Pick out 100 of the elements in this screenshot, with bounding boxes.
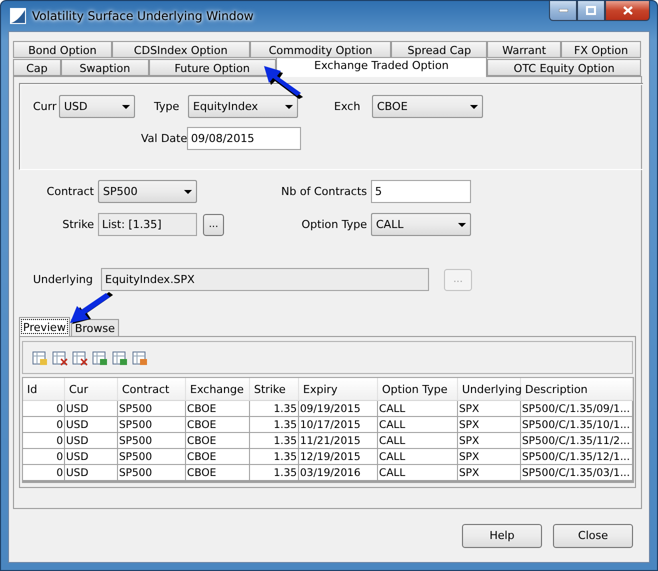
table-cell: SPX: [458, 417, 521, 433]
close-button[interactable]: [605, 1, 650, 21]
table-cell: SP500/C/1.35/03/1...: [521, 465, 633, 481]
column-header[interactable]: Expiry: [299, 378, 378, 401]
table-cell: USD: [65, 417, 118, 433]
field-label: Exch: [334, 100, 362, 113]
column-header[interactable]: Id: [23, 378, 65, 401]
table-cell: 0: [23, 449, 65, 465]
table-cell: 0: [23, 433, 65, 449]
underlying-field[interactable]: EquityIndex.SPX: [101, 268, 429, 291]
export-all-icon[interactable]: [112, 350, 128, 366]
table-cell: 0: [23, 401, 65, 417]
table-cell: CALL: [378, 433, 458, 449]
caret-icon: [458, 222, 466, 226]
table-cell: SP500: [118, 465, 186, 481]
field-label: Nb of Contracts: [280, 185, 368, 198]
table-cell: CBOE: [186, 465, 250, 481]
caret-icon: [122, 104, 130, 108]
tab[interactable]: CDSIndex Option: [112, 41, 250, 58]
caret-icon: [470, 104, 478, 108]
caret-icon: [184, 190, 192, 194]
field-label: Strike: [61, 218, 95, 231]
table-cell: CBOE: [186, 417, 250, 433]
tab[interactable]: Future Option: [148, 59, 276, 76]
currency-dropdown[interactable]: USD: [59, 95, 135, 118]
contract-dropdown[interactable]: SP500: [98, 180, 197, 203]
annotation-arrow: [69, 291, 113, 325]
table-cell: CBOE: [186, 401, 250, 417]
close-icon: [622, 6, 632, 15]
table-cell: 12/19/2015: [299, 449, 378, 465]
tab[interactable]: Exchange Traded Option: [276, 57, 488, 77]
table-cell: SP500/C/1.35/11/2...: [521, 433, 633, 449]
table-cell: 03/19/2016: [299, 465, 378, 481]
tab[interactable]: Commodity Option: [250, 41, 392, 58]
field-label: Type: [154, 100, 180, 113]
table-cell: CBOE: [186, 433, 250, 449]
close-dialog-button[interactable]: Close: [553, 524, 633, 548]
table-cell: CALL: [378, 417, 458, 433]
field-label: Val Date: [141, 132, 187, 145]
column-header[interactable]: Strike: [250, 378, 299, 401]
table-cell: SP500/C/1.35/10/1...: [521, 417, 633, 433]
tab[interactable]: OTC Equity Option: [487, 59, 641, 76]
column-header[interactable]: Cur: [65, 378, 118, 401]
column-header[interactable]: Contract: [118, 378, 186, 401]
table-cell: CALL: [378, 401, 458, 417]
tab[interactable]: Swaption: [60, 59, 149, 76]
table-properties-icon[interactable]: [132, 350, 148, 366]
table-cell: USD: [65, 433, 118, 449]
table-cell: CALL: [378, 449, 458, 465]
contracts-field[interactable]: 5: [371, 180, 471, 203]
tab[interactable]: Browse: [70, 319, 119, 336]
strike-field[interactable]: List: [1.35]: [98, 213, 197, 236]
table-cell: SPX: [458, 449, 521, 465]
tab[interactable]: Cap: [13, 59, 61, 76]
table-cell: USD: [65, 465, 118, 481]
help-button[interactable]: Help: [462, 524, 542, 548]
maximize-button[interactable]: [577, 1, 605, 21]
table-cell: 11/21/2015: [299, 433, 378, 449]
option-type-dropdown[interactable]: CALL: [371, 213, 471, 236]
table-cell: SPX: [458, 401, 521, 417]
table-cell: SPX: [458, 433, 521, 449]
table-cell: SPX: [458, 465, 521, 481]
column-header[interactable]: Description: [521, 378, 633, 401]
table-cell: 0: [23, 465, 65, 481]
tab[interactable]: Spread Cap: [391, 41, 488, 58]
field-label: Contract: [46, 185, 95, 198]
table-cell: 1.35: [250, 465, 299, 481]
export-table-icon[interactable]: [92, 350, 108, 366]
table-cell: 10/17/2015: [299, 417, 378, 433]
minimize-button[interactable]: [549, 1, 577, 21]
tab[interactable]: Bond Option: [13, 41, 112, 58]
val-date-field[interactable]: 09/08/2015: [187, 127, 301, 150]
table-cell: SP500: [118, 449, 186, 465]
column-header[interactable]: Exchange: [186, 378, 250, 401]
type-dropdown[interactable]: EquityIndex: [188, 95, 298, 118]
table-cell: 09/19/2015: [299, 401, 378, 417]
table-cell: SP500: [118, 433, 186, 449]
tab[interactable]: FX Option: [561, 41, 641, 58]
delete-row-icon[interactable]: [52, 350, 68, 366]
table-cell: USD: [65, 401, 118, 417]
delete-all-icon[interactable]: [72, 350, 88, 366]
app-logo-icon: [10, 8, 26, 24]
table-cell: 0: [23, 417, 65, 433]
table-cell: 1.35: [250, 401, 299, 417]
caret-icon: [285, 104, 293, 108]
table-cell: SP500/C/1.35/12/1...: [521, 449, 633, 465]
exchange-dropdown[interactable]: CBOE: [372, 95, 483, 118]
table-cell: CBOE: [186, 449, 250, 465]
table-cell: 1.35: [250, 433, 299, 449]
column-header[interactable]: Option Type: [378, 378, 458, 401]
field-label: Option Type: [300, 218, 368, 231]
tab[interactable]: Warrant: [487, 41, 562, 58]
column-header[interactable]: Underlying: [458, 378, 521, 401]
window-title: Volatility Surface Underlying Window: [32, 9, 254, 23]
table-cell: 1.35: [250, 417, 299, 433]
edit-table-icon[interactable]: [32, 350, 48, 366]
table-cell: SP500/C/1.35/09/1...: [521, 401, 633, 417]
browse-button[interactable]: ...: [203, 214, 224, 236]
maximize-icon: [586, 6, 596, 15]
tab[interactable]: Preview: [19, 317, 70, 336]
